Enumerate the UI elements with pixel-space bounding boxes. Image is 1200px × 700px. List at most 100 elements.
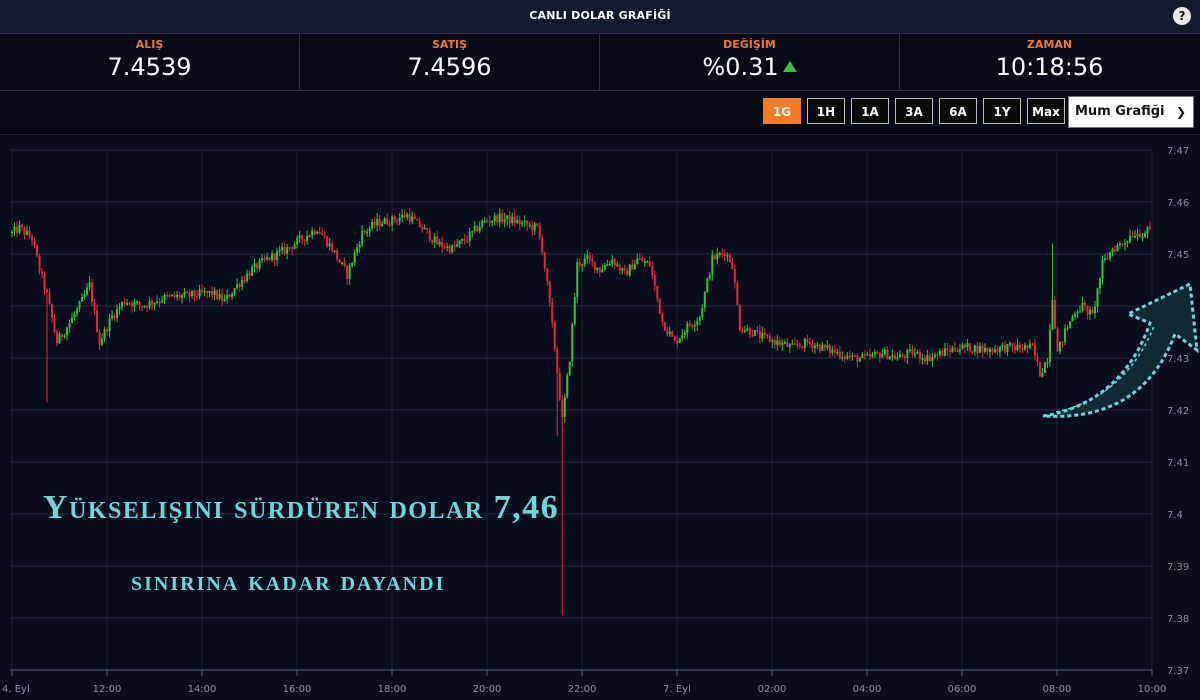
candle-body: [583, 258, 586, 265]
candle-body: [241, 280, 244, 287]
candle-body: [358, 244, 361, 248]
candle-body: [538, 225, 541, 238]
candle-body: [988, 348, 991, 352]
x-tick-label: 16:00: [283, 684, 312, 695]
candle-body: [98, 331, 101, 345]
candle-body: [608, 263, 611, 266]
x-tick-label: 02:00: [758, 684, 787, 695]
candle-body: [128, 303, 131, 305]
candle-body: [743, 330, 746, 332]
candle-body: [1088, 309, 1091, 315]
candle-body: [436, 236, 439, 245]
candle-body: [483, 220, 486, 223]
candle-body: [191, 290, 194, 297]
x-tick-label: 10:00: [1138, 684, 1167, 695]
candle-body: [938, 350, 941, 355]
candle-body: [453, 245, 456, 248]
candle-body: [1031, 343, 1034, 346]
candle-body: [623, 268, 626, 271]
candle-body: [791, 343, 794, 345]
candle-body: [148, 301, 151, 308]
candle-body: [963, 344, 966, 348]
candle-body: [301, 235, 304, 240]
candle-body: [481, 220, 484, 227]
candle-body: [168, 295, 171, 298]
candle-body: [318, 231, 321, 234]
candle-body: [26, 230, 29, 235]
candle-body: [326, 236, 329, 247]
candle-body: [1128, 235, 1131, 242]
candle-body: [203, 291, 206, 293]
candle-body: [653, 275, 656, 286]
candle-body: [261, 258, 264, 261]
candle-body: [316, 231, 319, 234]
candle-body: [851, 355, 854, 357]
candle-body: [306, 235, 309, 241]
candle-body: [461, 239, 464, 241]
candle-body: [366, 231, 369, 233]
candle-body: [956, 350, 959, 353]
candle-body: [793, 343, 796, 345]
candle-body: [83, 294, 86, 297]
candle-body: [176, 294, 179, 297]
candle-body: [498, 213, 501, 223]
x-tick-label: 04:00: [853, 684, 882, 695]
candle-body: [746, 328, 749, 331]
candle-body: [996, 349, 999, 352]
candle-body: [836, 351, 839, 354]
candle-body: [456, 244, 459, 247]
candle-body: [928, 355, 931, 362]
candle-body: [1098, 278, 1101, 289]
candle-body: [303, 239, 306, 242]
candle-body: [308, 235, 311, 237]
candle-body: [13, 226, 16, 232]
candle-body: [521, 222, 524, 225]
candle-body: [206, 291, 209, 293]
candle-body: [463, 239, 466, 241]
candle-body: [158, 301, 161, 303]
candle-body: [626, 270, 629, 276]
candle-body: [193, 290, 196, 296]
arrow-icon: [1042, 281, 1199, 418]
candle-body: [471, 230, 474, 233]
candle-body: [1121, 243, 1124, 246]
candle-body: [1066, 327, 1069, 330]
candle-body: [786, 342, 789, 347]
candle-body: [1123, 243, 1126, 245]
candle-body: [666, 330, 669, 334]
candle-body: [431, 240, 434, 243]
candle-body: [638, 258, 641, 260]
candle-body: [921, 358, 924, 360]
candle-body: [1078, 311, 1081, 313]
candle-body: [16, 226, 19, 233]
candle-body: [166, 294, 169, 297]
candle-body: [906, 350, 909, 358]
candle-body: [528, 224, 531, 227]
candles: [11, 207, 1151, 616]
candle-body: [281, 246, 284, 250]
candle-body: [38, 256, 41, 272]
candle-body: [51, 304, 54, 319]
y-tick-label: 7.43: [1167, 354, 1189, 365]
candle-body: [231, 293, 234, 298]
candle-body: [1081, 302, 1084, 312]
candle-body: [218, 293, 221, 299]
candle-body: [1018, 344, 1021, 349]
candle-body: [278, 249, 281, 252]
candle-body: [196, 295, 199, 298]
candle-body: [368, 228, 371, 232]
candle-body: [966, 343, 969, 348]
candle-body: [858, 357, 861, 362]
x-tick-label: 06:00: [948, 684, 977, 695]
candle-body: [773, 340, 776, 345]
candle-body: [336, 250, 339, 260]
x-tick-label: 18:00: [378, 684, 407, 695]
candle-body: [151, 301, 154, 305]
candle-body: [341, 262, 344, 264]
candle-body: [156, 301, 159, 303]
candle-body: [451, 245, 454, 253]
candle-body: [226, 294, 229, 299]
candle-body: [643, 261, 646, 264]
candle-body: [236, 284, 239, 289]
candle-body: [591, 259, 594, 262]
